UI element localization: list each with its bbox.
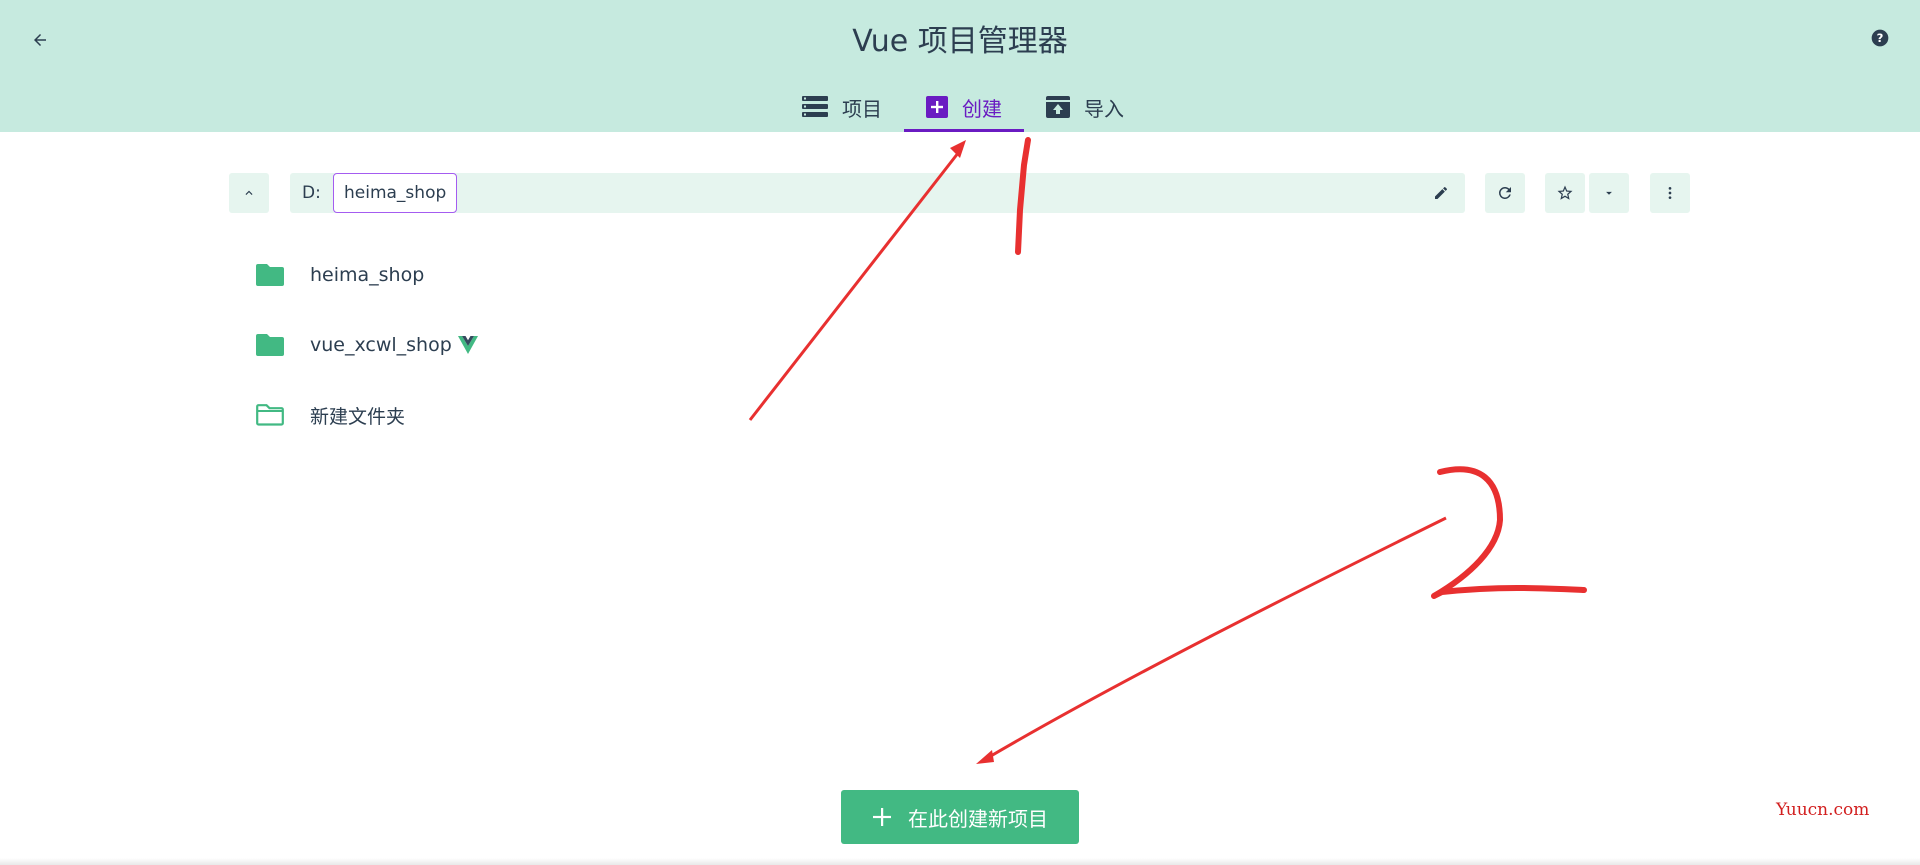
annotation-arrow-2	[983, 516, 1447, 762]
star-outline-icon	[1557, 185, 1573, 200]
annotation-arrowhead-1	[950, 140, 966, 158]
folder-name: heima_shop	[310, 264, 425, 286]
more-vertical-icon	[1668, 187, 1672, 199]
tab-import[interactable]: 导入	[1024, 84, 1146, 130]
page-title: Vue 项目管理器	[852, 24, 1068, 59]
annotation-number-2	[1431, 466, 1587, 599]
refresh-button[interactable]	[1485, 173, 1525, 213]
bottom-edge	[0, 858, 1920, 865]
folder-icon	[256, 264, 286, 286]
refresh-icon	[1498, 186, 1511, 199]
chevron-up-icon	[245, 190, 253, 195]
app-header: Vue 项目管理器 ? 项目 创建 导入	[0, 0, 1920, 132]
folder-explorer-toolbar: D: heima_shop	[0, 173, 1920, 213]
folder-outline-icon	[256, 404, 286, 426]
path-segment-current[interactable]: heima_shop	[333, 173, 458, 213]
tab-projects[interactable]: 项目	[780, 84, 904, 130]
list-item[interactable]: 新建文件夹	[250, 380, 1050, 450]
folder-name: vue_xcwl_shop	[310, 334, 452, 356]
watermark: Yuucn.com	[1776, 800, 1870, 820]
folder-list: heima_shop vue_xcwl_shop 新建文件夹	[250, 240, 1050, 450]
caret-down-icon	[1606, 191, 1612, 195]
tab-label: 导入	[1084, 96, 1124, 121]
svg-text:?: ?	[1877, 31, 1884, 45]
favorites-dropdown-button[interactable]	[1589, 173, 1629, 213]
folder-icon	[256, 334, 286, 356]
tab-create[interactable]: 创建	[904, 84, 1024, 132]
pencil-icon	[1435, 186, 1447, 199]
annotation-arrowhead-2	[976, 750, 994, 764]
tab-label: 创建	[962, 96, 1002, 121]
archive-upload-icon	[1046, 96, 1070, 118]
help-button[interactable]: ?	[1866, 24, 1894, 52]
plus-box-icon	[926, 96, 948, 118]
vue-logo-icon	[457, 336, 478, 354]
list-icon	[802, 96, 828, 118]
parent-folder-button[interactable]	[229, 173, 269, 213]
tab-label: 项目	[842, 96, 882, 121]
favorite-button[interactable]	[1545, 173, 1585, 213]
create-project-here-button[interactable]: 在此创建新项目	[841, 790, 1079, 844]
help-circle-icon: ?	[1871, 29, 1889, 47]
edit-path-button[interactable]	[1425, 177, 1457, 209]
list-item[interactable]: heima_shop	[250, 240, 1050, 310]
plus-icon	[872, 807, 892, 827]
create-button-label: 在此创建新项目	[908, 806, 1048, 831]
list-item[interactable]: vue_xcwl_shop	[250, 310, 1050, 380]
folder-name: 新建文件夹	[310, 405, 406, 428]
path-bar: D: heima_shop	[290, 173, 1465, 213]
path-drive[interactable]: D:	[302, 183, 321, 203]
more-options-button[interactable]	[1650, 173, 1690, 213]
tab-bar: 项目 创建 导入	[780, 84, 1146, 132]
